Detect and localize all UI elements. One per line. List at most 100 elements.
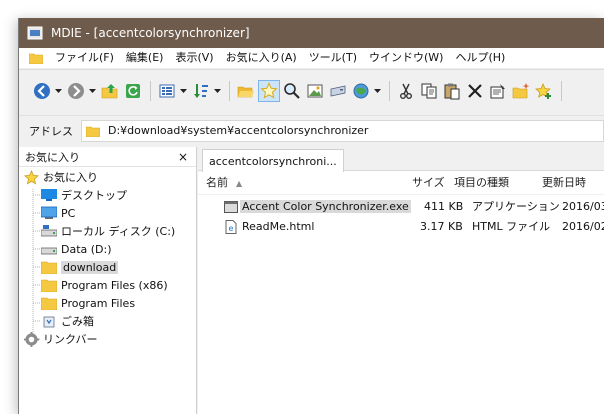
recycle-bin-icon <box>41 314 57 328</box>
tree-item-program-files[interactable]: Program Files <box>41 294 135 312</box>
network-button[interactable] <box>350 80 372 102</box>
toolbar <box>19 69 604 115</box>
file-modified: 2016/03/06 <box>562 200 604 213</box>
folder-icon <box>41 296 57 310</box>
tab-accentcolorsynchronizer[interactable]: accentcolorsynchroni... <box>202 149 344 172</box>
column-header-type[interactable]: 項目の種類 <box>454 171 509 195</box>
cut-button[interactable] <box>395 80 417 102</box>
menu-bar: ファイル(F) 編集(E) 表示(V) お気に入り(A) ツール(T) ウインド… <box>19 48 604 68</box>
close-pane-button[interactable]: × <box>178 150 188 164</box>
address-label: アドレス <box>29 124 73 138</box>
tree-item-favorites[interactable]: お気に入り <box>23 168 98 186</box>
view-mode-dropdown[interactable] <box>179 80 187 102</box>
image-icon <box>307 84 323 98</box>
svg-text:e: e <box>229 224 234 233</box>
folder-icon <box>86 126 100 137</box>
back-dropdown[interactable] <box>54 80 62 102</box>
toolbar-separator <box>150 81 151 101</box>
close-icon <box>468 84 482 98</box>
menu-window[interactable]: ウインドウ(W) <box>363 48 449 68</box>
table-row[interactable]: e ReadMe.html 3.17 KB HTML ファイル 2016/02/… <box>198 217 604 237</box>
forward-arrow-icon <box>68 83 84 99</box>
new-folder-button[interactable] <box>510 80 532 102</box>
menu-tools[interactable]: ツール(T) <box>303 48 363 68</box>
file-modified: 2016/02/29 <box>562 220 604 233</box>
sort-button[interactable] <box>190 80 212 102</box>
favorites-pane-header: お気に入り × <box>19 147 196 167</box>
address-input[interactable]: D:¥download¥system¥accentcolorsynchroniz… <box>81 119 604 142</box>
folder-icon <box>41 260 57 274</box>
tree-item-label: Program Files <box>61 296 136 310</box>
toolbar-separator <box>561 81 562 101</box>
view-mode-button[interactable] <box>156 80 178 102</box>
file-name: Accent Color Synchronizer.exe <box>240 200 411 213</box>
tree-item-label: Program Files (x86) <box>61 278 168 292</box>
refresh-button[interactable] <box>122 80 144 102</box>
delete-button[interactable] <box>464 80 486 102</box>
tree-item-pc[interactable]: PC <box>41 204 75 222</box>
drive-button[interactable] <box>327 80 349 102</box>
title-bar[interactable]: MDIE - [accentcolorsynchronizer] <box>19 18 604 48</box>
chevron-down-icon <box>179 89 187 93</box>
copy-icon <box>421 83 437 99</box>
tree-item-link-bar[interactable]: リンクバー <box>23 330 97 348</box>
properties-button[interactable] <box>487 80 509 102</box>
desktop-icon <box>41 188 57 202</box>
tree-item-recycle-bin[interactable]: ごみ箱 <box>41 312 94 330</box>
search-icon <box>284 83 300 99</box>
search-button[interactable] <box>281 80 303 102</box>
column-header-modified[interactable]: 更新日時 <box>542 171 586 195</box>
folders-button[interactable] <box>235 80 257 102</box>
drive-icon <box>41 242 57 256</box>
chevron-down-icon <box>54 89 62 93</box>
folder-icon <box>41 278 57 292</box>
pc-icon <box>41 206 57 220</box>
file-type: アプリケーション <box>472 200 560 213</box>
folder-icon <box>29 53 43 64</box>
tree-item-label: お気に入り <box>43 171 98 184</box>
tree-item-local-disk-c[interactable]: ローカル ディスク (C:) <box>41 222 175 240</box>
favorites-button[interactable] <box>258 80 280 102</box>
properties-icon <box>490 84 505 99</box>
up-folder-button[interactable] <box>99 80 121 102</box>
paste-icon <box>444 83 460 100</box>
sort-dropdown[interactable] <box>213 80 221 102</box>
globe-icon <box>353 83 369 99</box>
thumbnail-button[interactable] <box>304 80 326 102</box>
forward-dropdown[interactable] <box>88 80 96 102</box>
table-row[interactable]: Accent Color Synchronizer.exe 411 KB アプリ… <box>198 197 604 217</box>
sort-ascending-icon: ▲ <box>236 179 243 188</box>
tree-item-label: PC <box>61 206 76 220</box>
scissors-icon <box>400 83 412 99</box>
file-size: 411 KB <box>424 200 464 213</box>
tree-item-data-d[interactable]: Data (D:) <box>41 240 112 258</box>
menu-edit[interactable]: 編集(E) <box>120 48 170 68</box>
window-title: MDIE - [accentcolorsynchronizer] <box>51 26 250 40</box>
menu-help[interactable]: ヘルプ(H) <box>449 48 511 68</box>
column-header-name[interactable]: 名前 ▲ <box>206 171 242 195</box>
back-button[interactable] <box>31 80 53 102</box>
menu-view[interactable]: 表示(V) <box>169 48 219 68</box>
forward-button[interactable] <box>65 80 87 102</box>
drive-icon <box>41 224 57 238</box>
copy-button[interactable] <box>418 80 440 102</box>
view-list-icon <box>159 84 175 98</box>
up-folder-icon <box>101 84 118 99</box>
chevron-down-icon <box>373 89 381 93</box>
html-file-icon: e <box>225 220 237 234</box>
exe-icon <box>224 201 238 213</box>
address-bar: アドレス D:¥download¥system¥accentcolorsynch… <box>19 115 604 145</box>
tree-item-desktop[interactable]: デスクトップ <box>41 186 127 204</box>
network-dropdown[interactable] <box>373 80 381 102</box>
tree-item-label: デスクトップ <box>61 189 127 202</box>
paste-button[interactable] <box>441 80 463 102</box>
column-header-size[interactable]: サイズ <box>412 171 445 195</box>
tree-item-download[interactable]: download <box>41 258 119 276</box>
menu-favorites[interactable]: お気に入り(A) <box>220 48 303 68</box>
tree-item-program-files-x86[interactable]: Program Files (x86) <box>41 276 168 294</box>
back-arrow-icon <box>34 83 50 99</box>
menu-file[interactable]: ファイル(F) <box>49 48 120 68</box>
tab-strip: accentcolorsynchroni... <box>198 147 604 172</box>
add-favorite-button[interactable] <box>533 80 555 102</box>
file-list-pane: accentcolorsynchroni... 名前 ▲ サイズ 項目の種類 更新… <box>198 147 604 414</box>
